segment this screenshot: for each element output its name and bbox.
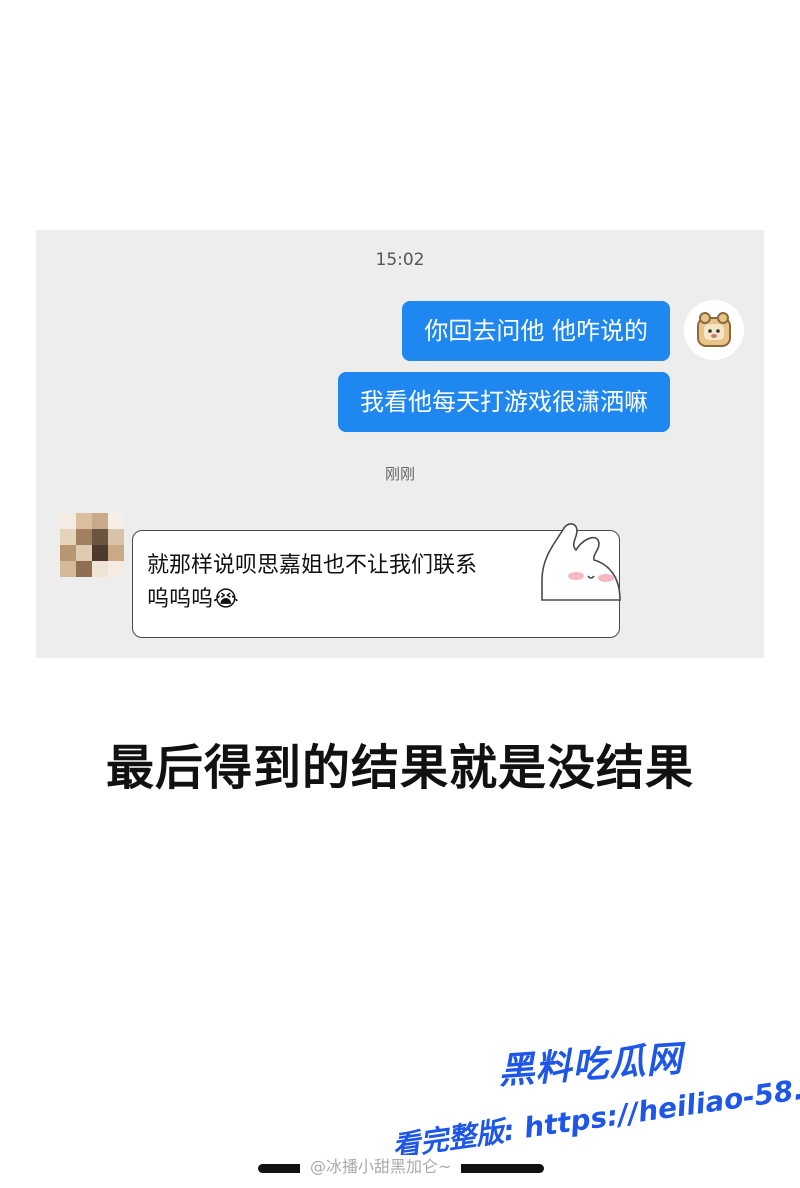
my-avatar[interactable] [684, 300, 744, 360]
watermark-brand: 黑料吃瓜网 [497, 1038, 685, 1093]
caption-text: 最后得到的结果就是没结果 [105, 740, 694, 796]
bunny-bubble-decoration-icon [541, 523, 621, 601]
toast-bear-avatar-icon [697, 312, 731, 347]
crying-emoji-icon: 😭 [213, 587, 239, 612]
weibo-source-tag: @冰播小甜黑加仑~ [300, 1155, 462, 1179]
chat-panel: 15:02 你回去问他 他咋说的 我看他每天打游戏很潇洒嘛 刚刚 就那样说呗思嘉… [36, 230, 764, 658]
outgoing-message-bubble[interactable]: 你回去问他 他咋说的 [402, 301, 670, 361]
contact-avatar-blurred[interactable] [60, 513, 124, 577]
outgoing-message-bubble[interactable]: 我看他每天打游戏很潇洒嘛 [338, 372, 670, 432]
chat-timestamp: 15:02 [375, 250, 425, 270]
chat-timestamp: 刚刚 [384, 465, 415, 483]
